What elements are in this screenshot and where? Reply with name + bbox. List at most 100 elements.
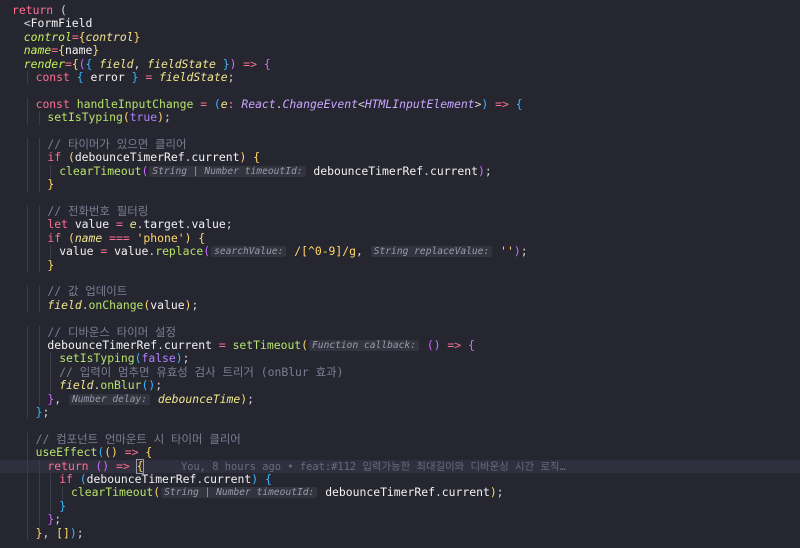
code-line[interactable]: if (debounceTimerRef.current) { — [0, 151, 800, 164]
code-token: ) — [490, 485, 497, 499]
code-line[interactable]: clearTimeout(String | Number timeoutId: … — [0, 486, 800, 499]
code-text: } — [47, 259, 54, 272]
code-text: const handleInputChange = (e: React.Chan… — [36, 98, 523, 111]
code-token — [509, 97, 516, 111]
code-token: control — [86, 30, 134, 44]
code-token: onChange — [89, 298, 144, 312]
code-token: { — [198, 231, 205, 245]
code-token: false — [141, 351, 175, 365]
code-text: // 컴포넌트 언마운트 시 타이머 클리어 — [36, 433, 241, 446]
indent-guide — [62, 486, 63, 499]
code-line[interactable]: debounceTimerRef.current = setTimeout(Fu… — [0, 339, 800, 352]
code-token: clearTimeout — [59, 164, 141, 178]
indent-guide — [39, 500, 40, 513]
code-line[interactable]: render={({ field, fieldState }) => { — [0, 58, 800, 71]
code-text: field.onBlur(); — [59, 379, 162, 392]
code-token: = — [219, 338, 226, 352]
code-line[interactable]: // 타이머가 있으면 클리어 — [0, 138, 800, 151]
code-line[interactable]: // 컴포넌트 언마운트 시 타이머 클리어 — [0, 433, 800, 446]
code-text: }, Number delay: debounceTime); — [47, 393, 254, 406]
code-token — [61, 231, 68, 245]
code-line[interactable]: return ( — [0, 4, 800, 17]
code-line[interactable]: setIsTyping(true); — [0, 111, 800, 124]
code-line[interactable]: }, []); — [0, 527, 800, 540]
code-line[interactable] — [0, 125, 800, 138]
code-line[interactable]: value = value.replace(searchValue: /[^0-… — [0, 245, 800, 258]
code-token: name — [65, 43, 92, 57]
code-line[interactable]: } — [0, 178, 800, 191]
code-token: { — [468, 338, 475, 352]
indent-guide — [27, 285, 28, 298]
code-line[interactable]: // 값 업데이트 — [0, 285, 800, 298]
indent-guide — [27, 339, 28, 352]
code-line[interactable]: name={name} — [0, 44, 800, 57]
code-text: if (debounceTimerRef.current) { — [59, 473, 272, 486]
code-token: field — [47, 298, 81, 312]
code-token: . — [157, 338, 164, 352]
code-text: }; — [36, 406, 50, 419]
code-line[interactable]: }, Number delay: debounceTime); — [0, 393, 800, 406]
code-token: ( — [203, 244, 210, 258]
indent-guide — [39, 232, 40, 245]
code-line[interactable]: }; — [0, 406, 800, 419]
code-line[interactable]: useEffect(() => { — [0, 446, 800, 459]
code-token: { — [72, 57, 79, 71]
code-line[interactable] — [0, 192, 800, 205]
code-token: // 타이머가 있으면 클리어 — [47, 137, 186, 151]
code-line[interactable]: setIsTyping(false); — [0, 352, 800, 365]
code-text: <FormField — [24, 17, 93, 30]
code-token: // 입력이 멈추면 유효성 검사 트리거 (onBlur 효과) — [59, 365, 343, 379]
code-line[interactable]: if (name === 'phone') { — [0, 232, 800, 245]
code-token — [123, 217, 130, 231]
code-token — [118, 445, 125, 459]
code-line[interactable]: const { error } = fieldState; — [0, 71, 800, 84]
code-token: } — [59, 499, 66, 513]
code-line[interactable] — [0, 272, 800, 285]
code-line[interactable]: } — [0, 259, 800, 272]
code-line[interactable] — [0, 84, 800, 97]
code-token: value — [150, 298, 184, 312]
code-token — [257, 57, 264, 71]
code-line[interactable]: }; — [0, 513, 800, 526]
code-line[interactable]: control={control} — [0, 31, 800, 44]
code-text: name={name} — [24, 44, 99, 57]
code-editor[interactable]: return (<FormFieldcontrol={control}name=… — [0, 0, 800, 548]
code-token: } — [223, 57, 230, 71]
code-line[interactable] — [0, 312, 800, 325]
code-line[interactable]: let value = e.target.value; — [0, 218, 800, 231]
code-token: . — [423, 164, 430, 178]
code-line[interactable]: clearTimeout(String | Number timeoutId: … — [0, 165, 800, 178]
code-line[interactable]: // 입력이 멈추면 유효성 검사 트리거 (onBlur 효과) — [0, 366, 800, 379]
code-line[interactable]: field.onChange(value); — [0, 299, 800, 312]
indent-guide — [39, 379, 40, 392]
indent-guide — [39, 326, 40, 339]
code-token: React — [241, 97, 275, 111]
code-line[interactable]: // 전화번호 필터링 — [0, 205, 800, 218]
code-line[interactable]: } — [0, 500, 800, 513]
code-line[interactable] — [0, 419, 800, 432]
code-line[interactable]: field.onBlur(); — [0, 379, 800, 392]
code-line[interactable]: <FormField — [0, 17, 800, 30]
code-token — [461, 338, 468, 352]
code-token: value — [59, 244, 93, 258]
inlay-hint: String | Number timeoutId: — [161, 487, 317, 498]
code-token: let — [47, 217, 68, 231]
code-token: current — [442, 485, 490, 499]
indent-guide — [27, 111, 28, 124]
code-line-current[interactable]: return () => { You, 8 hours ago • feat:#… — [0, 460, 800, 473]
code-token — [61, 150, 68, 164]
code-token — [109, 217, 116, 231]
code-line[interactable]: if (debounceTimerRef.current) { — [0, 473, 800, 486]
code-text: if (debounceTimerRef.current) { — [47, 151, 260, 164]
code-line[interactable]: const handleInputChange = (e: React.Chan… — [0, 98, 800, 111]
code-text: const { error } = fieldState; — [36, 71, 235, 84]
code-token: // 값 업데이트 — [47, 284, 127, 298]
code-token: setIsTyping — [47, 110, 122, 124]
indent-guide — [27, 205, 28, 218]
code-token: ; — [191, 298, 198, 312]
code-line[interactable]: // 디바운스 타이머 설정 — [0, 326, 800, 339]
indent-guide — [39, 138, 40, 151]
code-token: render — [24, 57, 65, 71]
indent-guide — [27, 433, 28, 446]
code-token — [151, 392, 158, 406]
